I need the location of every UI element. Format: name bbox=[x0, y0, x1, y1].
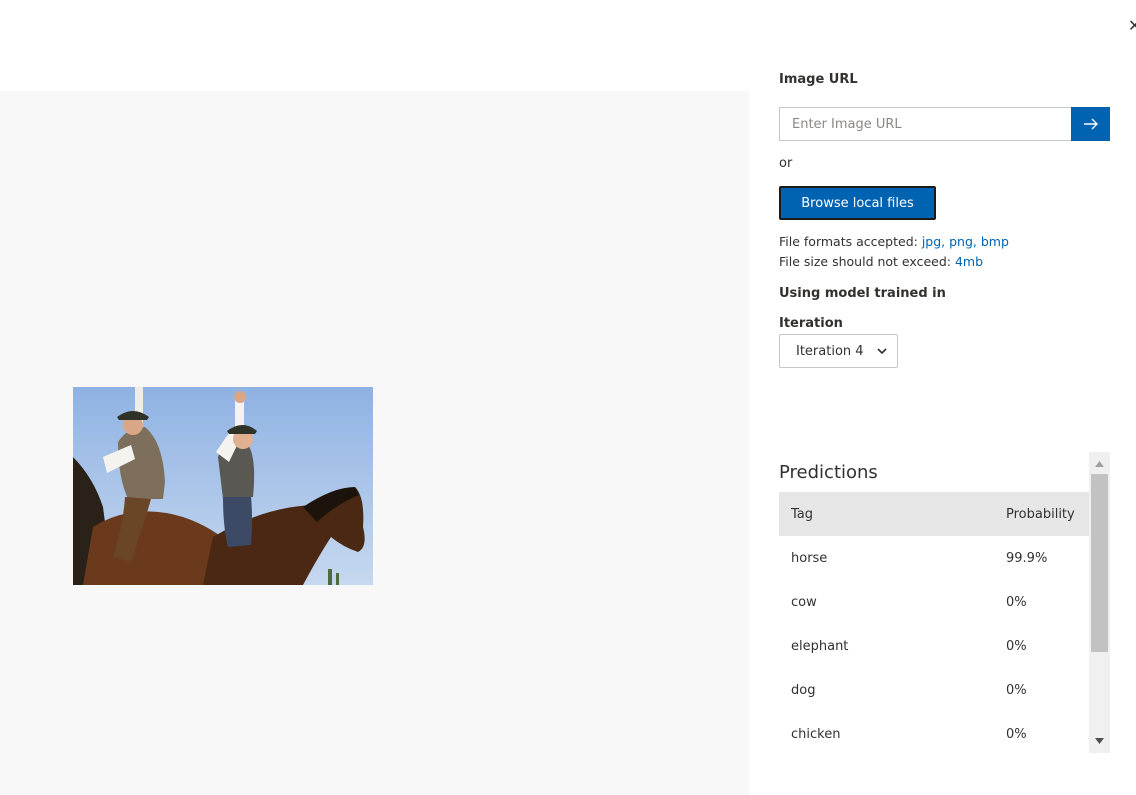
image-url-label: Image URL bbox=[779, 72, 858, 87]
probability-cell: 0% bbox=[1006, 682, 1027, 698]
chevron-down-icon bbox=[877, 348, 887, 355]
or-text: or bbox=[779, 156, 793, 171]
scroll-down-icon[interactable] bbox=[1089, 731, 1110, 751]
file-size-info: File size should not exceed: 4mb bbox=[779, 254, 983, 269]
file-size-value: 4mb bbox=[954, 254, 984, 269]
predictions-scrollbar[interactable] bbox=[1089, 452, 1110, 753]
table-row: dog 0% bbox=[779, 668, 1089, 712]
iteration-label: Iteration bbox=[779, 316, 843, 331]
preview-image bbox=[73, 387, 373, 585]
tag-cell: cow bbox=[791, 594, 817, 610]
predictions-table: Tag Probability horse 99.9% cow 0% eleph… bbox=[779, 492, 1089, 756]
predictions-title: Predictions bbox=[779, 462, 878, 483]
table-row: cow 0% bbox=[779, 580, 1089, 624]
tag-cell: elephant bbox=[791, 638, 849, 654]
table-row: elephant 0% bbox=[779, 624, 1089, 668]
image-url-row bbox=[779, 107, 1110, 141]
prediction-panel: Image URL or Browse local files File for… bbox=[779, 0, 1136, 795]
table-row: chicken 0% bbox=[779, 712, 1089, 756]
table-row: horse 99.9% bbox=[779, 536, 1089, 580]
predictions-section: Predictions Tag Probability horse 99.9% … bbox=[779, 452, 1110, 753]
submit-url-button[interactable] bbox=[1071, 107, 1110, 141]
column-header-probability: Probability bbox=[1006, 506, 1075, 522]
file-size-label: File size should not exceed: bbox=[779, 254, 955, 269]
file-formats-value: jpg, png, bmp bbox=[921, 234, 1009, 249]
image-preview-pane bbox=[0, 91, 749, 795]
image-url-input[interactable] bbox=[779, 107, 1071, 141]
table-header: Tag Probability bbox=[779, 492, 1089, 536]
probability-cell: 0% bbox=[1006, 638, 1027, 654]
probability-cell: 0% bbox=[1006, 594, 1027, 610]
iteration-value: Iteration 4 bbox=[796, 343, 864, 359]
file-formats-label: File formats accepted: bbox=[779, 234, 922, 249]
column-header-tag: Tag bbox=[791, 506, 814, 522]
iteration-dropdown[interactable]: Iteration 4 bbox=[779, 334, 898, 368]
scroll-up-icon[interactable] bbox=[1089, 454, 1110, 474]
browse-local-files-button[interactable]: Browse local files bbox=[779, 186, 936, 220]
scrollbar-thumb[interactable] bbox=[1091, 474, 1108, 652]
file-formats-info: File formats accepted: jpg, png, bmp bbox=[779, 234, 1009, 249]
probability-cell: 99.9% bbox=[1006, 550, 1048, 566]
tag-cell: dog bbox=[791, 682, 816, 698]
model-label: Using model trained in bbox=[779, 286, 946, 301]
arrow-right-icon bbox=[1083, 118, 1098, 130]
tag-cell: chicken bbox=[791, 726, 841, 742]
tag-cell: horse bbox=[791, 550, 828, 566]
probability-cell: 0% bbox=[1006, 726, 1027, 742]
